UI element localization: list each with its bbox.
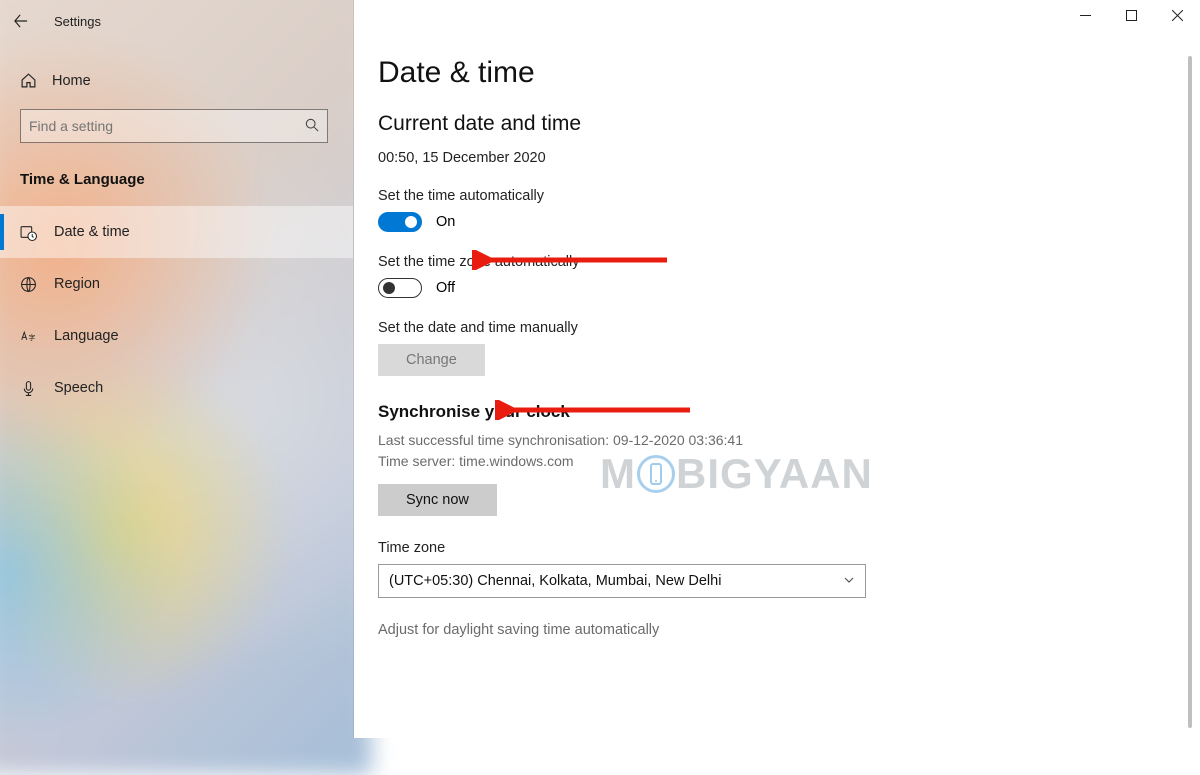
sidebar-item-label: Speech [54,380,103,396]
timezone-value: (UTC+05:30) Chennai, Kolkata, Mumbai, Ne… [389,573,721,589]
auto-zone-toggle[interactable] [378,278,422,298]
watermark-right: BIGYAAN [676,450,873,498]
auto-zone-state: Off [436,280,455,296]
timezone-label: Time zone [378,540,1200,556]
home-label: Home [52,73,91,89]
sidebar: Home Time & Language Date & time Region [0,0,354,738]
auto-time-toggle[interactable] [378,212,422,232]
auto-time-label: Set the time automatically [378,188,1200,204]
window-titlebar: Settings [0,0,1200,42]
back-button[interactable] [0,0,42,42]
timezone-select[interactable]: (UTC+05:30) Chennai, Kolkata, Mumbai, Ne… [378,564,866,598]
annotation-arrow-2 [495,400,695,412]
sidebar-item-label: Language [54,328,119,344]
sidebar-item-label: Region [54,276,100,292]
window-maximize-button[interactable] [1108,0,1154,30]
sidebar-item-language[interactable]: 字 Language [0,310,353,362]
dst-label: Adjust for daylight saving time automati… [378,622,1200,638]
home-nav[interactable]: Home [0,62,353,99]
scrollbar[interactable] [1188,56,1192,728]
current-date-value: 00:50, 15 December 2020 [378,150,1200,166]
window-close-button[interactable] [1154,0,1200,30]
chevron-down-icon [843,574,855,589]
svg-text:字: 字 [29,332,36,341]
watermark: M BIGYAAN [600,450,873,498]
window-minimize-button[interactable] [1062,0,1108,30]
calendar-clock-icon [20,224,54,241]
search-icon [305,118,319,135]
watermark-left: M [600,450,636,498]
home-icon [20,72,52,89]
sync-now-button[interactable]: Sync now [378,484,497,516]
phone-icon [637,455,675,493]
globe-icon [20,276,54,293]
page-title: Date & time [378,56,1200,90]
language-icon: 字 [20,328,54,345]
annotation-arrow-1 [472,250,672,262]
app-title: Settings [54,14,101,29]
change-button[interactable]: Change [378,344,485,376]
manual-label: Set the date and time manually [378,320,1200,336]
main-content: Date & time Current date and time 00:50,… [354,0,1200,738]
search-input-wrapper[interactable] [20,109,328,143]
sync-last-text: Last successful time synchronisation: 09… [378,430,1200,451]
sidebar-item-label: Date & time [54,224,130,240]
search-input[interactable] [29,118,305,134]
sidebar-item-speech[interactable]: Speech [0,362,353,414]
auto-time-state: On [436,214,455,230]
microphone-icon [20,380,54,397]
sidebar-item-date-time[interactable]: Date & time [0,206,353,258]
category-title: Time & Language [0,161,353,206]
sidebar-item-region[interactable]: Region [0,258,353,310]
current-date-heading: Current date and time [378,112,1200,136]
arrow-left-icon [14,14,28,28]
